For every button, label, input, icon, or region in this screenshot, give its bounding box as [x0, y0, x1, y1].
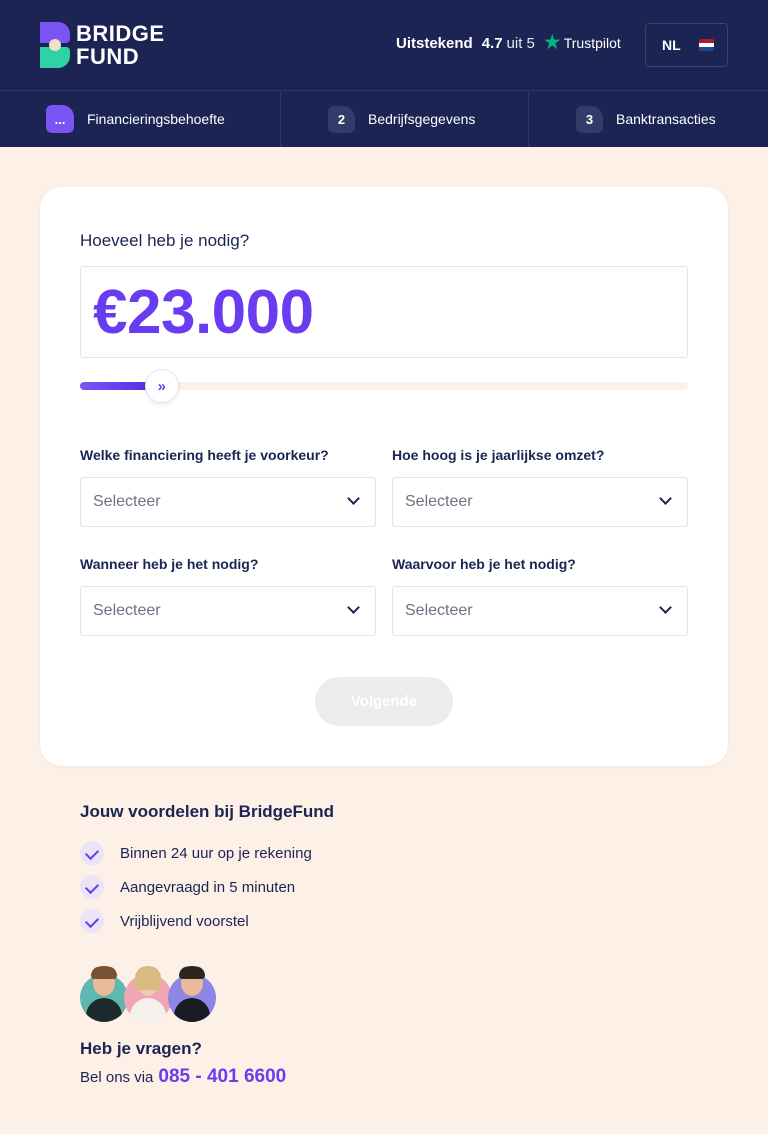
benefit-text: Aangevraagd in 5 minuten: [120, 878, 296, 896]
purpose-select[interactable]: Selecteer: [392, 586, 688, 636]
financing-form-card: Hoeveel heb je nodig? €23.000 » Welke fi…: [40, 187, 728, 766]
financing-preference-placeholder: Selecteer: [93, 493, 161, 510]
timing-placeholder: Selecteer: [93, 602, 161, 619]
avatar: [124, 966, 172, 1022]
check-icon: [80, 909, 104, 933]
trustpilot-rating[interactable]: Uitstekend 4.7 uit 5 ★ Trustpilot: [396, 31, 621, 54]
bridgefund-logo[interactable]: BRIDGE FUND: [40, 22, 165, 68]
benefit-item: Vrijblijvend voorstel: [80, 909, 249, 933]
amount-question: Hoeveel heb je nodig?: [80, 231, 250, 250]
step-2-badge: 2: [328, 105, 355, 133]
timing-label: Wanneer heb je het nodig?: [80, 556, 259, 572]
rating-suffix: uit 5: [506, 34, 535, 52]
benefit-item: Binnen 24 uur op je rekening: [80, 841, 312, 865]
annual-revenue-select[interactable]: Selecteer: [392, 477, 688, 527]
logo-line-1: BRIDGE: [76, 21, 165, 46]
double-chevron-right-icon: »: [157, 377, 166, 395]
purpose-label: Waarvoor heb je het nodig?: [392, 556, 576, 572]
avatar: [80, 966, 128, 1022]
chevron-down-icon: [659, 601, 672, 614]
language-code: NL: [662, 37, 681, 53]
step-3-badge: 3: [576, 105, 603, 133]
step-1-label: Financieringsbehoefte: [87, 111, 225, 127]
benefit-text: Vrijblijvend voorstel: [120, 912, 249, 930]
step-bedrijfsgegevens[interactable]: 2 Bedrijfsgegevens: [281, 91, 529, 147]
call-us: Bel ons via 085 - 401 6600: [80, 1066, 286, 1088]
chevron-down-icon: [347, 601, 360, 614]
site-header: BRIDGE FUND Uitstekend 4.7 uit 5 ★ Trust…: [0, 0, 768, 90]
amount-slider-handle[interactable]: »: [144, 369, 179, 403]
netherlands-flag-icon: [698, 39, 714, 51]
annual-revenue-placeholder: Selecteer: [405, 493, 473, 510]
language-selector[interactable]: NL: [645, 23, 728, 67]
financing-preference-select[interactable]: Selecteer: [80, 477, 376, 527]
step-3-label: Banktransacties: [616, 111, 716, 127]
amount-value: €23.000: [93, 278, 314, 347]
step-2-label: Bedrijfsgegevens: [368, 111, 476, 127]
financing-preference-label: Welke financiering heeft je voorkeur?: [80, 447, 329, 463]
step-banktransacties[interactable]: 3 Banktransacties: [529, 91, 768, 147]
annual-revenue-label: Hoe hoog is je jaarlijkse omzet?: [392, 447, 605, 463]
step-1-badge: ...: [46, 105, 74, 133]
chevron-down-icon: [347, 492, 360, 505]
phone-number-link[interactable]: 085 - 401 6600: [158, 1066, 286, 1088]
chevron-down-icon: [659, 492, 672, 505]
trustpilot-star-icon: ★: [542, 31, 562, 54]
progress-steps: ... Financieringsbehoefte 2 Bedrijfsgege…: [0, 90, 768, 147]
purpose-placeholder: Selecteer: [405, 602, 473, 619]
trustpilot-label: Trustpilot: [563, 35, 621, 51]
next-button[interactable]: Volgende: [315, 677, 453, 726]
benefits-title: Jouw voordelen bij BridgeFund: [80, 802, 335, 821]
rating-score: 4.7: [481, 34, 503, 52]
logo-mark-icon: [40, 22, 70, 68]
benefit-item: Aangevraagd in 5 minuten: [80, 875, 295, 899]
call-prefix: Bel ons via: [80, 1069, 154, 1086]
benefit-text: Binnen 24 uur op je rekening: [120, 844, 312, 862]
timing-select[interactable]: Selecteer: [80, 586, 376, 636]
amount-slider-fill: [80, 382, 148, 390]
logo-text: BRIDGE FUND: [76, 22, 165, 68]
logo-line-2: FUND: [76, 44, 140, 69]
questions-title: Heb je vragen?: [80, 1039, 202, 1058]
amount-input[interactable]: €23.000: [80, 266, 688, 358]
avatar: [168, 966, 216, 1022]
check-icon: [80, 841, 104, 865]
advisor-avatars: [80, 964, 220, 1024]
step-financieringsbehoefte[interactable]: ... Financieringsbehoefte: [0, 91, 281, 147]
check-icon: [80, 875, 104, 899]
rating-word: Uitstekend: [396, 34, 473, 52]
